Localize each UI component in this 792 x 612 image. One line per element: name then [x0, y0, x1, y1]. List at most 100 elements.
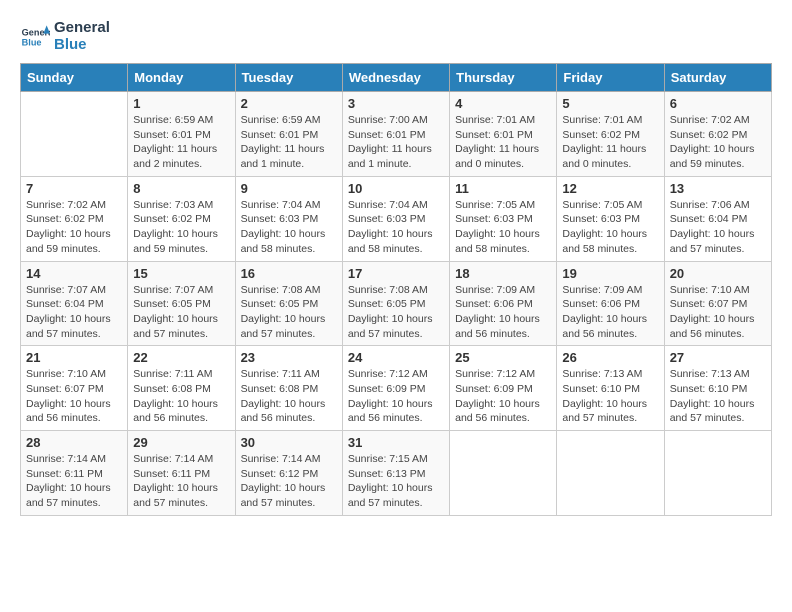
day-number: 4	[455, 96, 551, 111]
logo: General Blue General Blue	[20, 20, 110, 53]
day-cell	[21, 92, 128, 177]
day-detail: Sunrise: 7:04 AM Sunset: 6:03 PM Dayligh…	[241, 198, 337, 257]
header: General Blue General Blue	[20, 20, 772, 53]
day-detail: Sunrise: 7:12 AM Sunset: 6:09 PM Dayligh…	[348, 367, 444, 426]
day-header-friday: Friday	[557, 64, 664, 92]
day-number: 6	[670, 96, 766, 111]
day-number: 27	[670, 350, 766, 365]
day-cell	[664, 431, 771, 516]
day-cell: 23 Sunrise: 7:11 AM Sunset: 6:08 PM Dayli…	[235, 346, 342, 431]
day-number: 15	[133, 266, 229, 281]
day-number: 25	[455, 350, 551, 365]
day-number: 12	[562, 181, 658, 196]
day-cell: 2 Sunrise: 6:59 AM Sunset: 6:01 PM Daylig…	[235, 92, 342, 177]
day-number: 24	[348, 350, 444, 365]
day-detail: Sunrise: 7:12 AM Sunset: 6:09 PM Dayligh…	[455, 367, 551, 426]
day-detail: Sunrise: 7:11 AM Sunset: 6:08 PM Dayligh…	[241, 367, 337, 426]
day-cell: 7Sunrise: 7:02 AM Sunset: 6:02 PM Daylig…	[21, 176, 128, 261]
day-header-sunday: Sunday	[21, 64, 128, 92]
day-number: 26	[562, 350, 658, 365]
day-header-thursday: Thursday	[450, 64, 557, 92]
day-number: 29	[133, 435, 229, 450]
day-cell: 26Sunrise: 7:13 AM Sunset: 6:10 PM Dayli…	[557, 346, 664, 431]
day-cell: 20Sunrise: 7:10 AM Sunset: 6:07 PM Dayli…	[664, 261, 771, 346]
day-cell: 19 Sunrise: 7:09 AM Sunset: 6:06 PM Dayli…	[557, 261, 664, 346]
day-cell: 22 Sunrise: 7:11 AM Sunset: 6:08 PM Dayli…	[128, 346, 235, 431]
day-cell: 4 Sunrise: 7:01 AM Sunset: 6:01 PM Daylig…	[450, 92, 557, 177]
day-cell: 13 Sunrise: 7:06 AM Sunset: 6:04 PM Dayli…	[664, 176, 771, 261]
day-detail: Sunrise: 7:13 AM Sunset: 6:10 PM Dayligh…	[670, 367, 766, 426]
day-cell: 11 Sunrise: 7:05 AM Sunset: 6:03 PM Dayli…	[450, 176, 557, 261]
day-cell: 29 Sunrise: 7:14 AM Sunset: 6:11 PM Dayli…	[128, 431, 235, 516]
day-number: 22	[133, 350, 229, 365]
day-detail: Sunrise: 7:04 AM Sunset: 6:03 PM Dayligh…	[348, 198, 444, 257]
day-detail: Sunrise: 7:15 AM Sunset: 6:13 PM Dayligh…	[348, 452, 444, 511]
day-detail: Sunrise: 7:09 AM Sunset: 6:06 PM Dayligh…	[455, 283, 551, 342]
day-cell: 25 Sunrise: 7:12 AM Sunset: 6:09 PM Dayli…	[450, 346, 557, 431]
day-cell: 8 Sunrise: 7:03 AM Sunset: 6:02 PM Daylig…	[128, 176, 235, 261]
day-cell: 28Sunrise: 7:14 AM Sunset: 6:11 PM Dayli…	[21, 431, 128, 516]
day-cell: 31 Sunrise: 7:15 AM Sunset: 6:13 PM Dayli…	[342, 431, 449, 516]
day-cell: 18 Sunrise: 7:09 AM Sunset: 6:06 PM Dayli…	[450, 261, 557, 346]
day-cell: 14 Sunrise: 7:07 AM Sunset: 6:04 PM Dayli…	[21, 261, 128, 346]
day-number: 3	[348, 96, 444, 111]
day-header-wednesday: Wednesday	[342, 64, 449, 92]
day-header-tuesday: Tuesday	[235, 64, 342, 92]
day-cell	[450, 431, 557, 516]
day-number: 19	[562, 266, 658, 281]
day-number: 10	[348, 181, 444, 196]
day-detail: Sunrise: 7:14 AM Sunset: 6:11 PM Dayligh…	[133, 452, 229, 511]
day-detail: Sunrise: 7:08 AM Sunset: 6:05 PM Dayligh…	[241, 283, 337, 342]
day-detail: Sunrise: 7:11 AM Sunset: 6:08 PM Dayligh…	[133, 367, 229, 426]
day-number: 11	[455, 181, 551, 196]
day-number: 30	[241, 435, 337, 450]
day-cell: 16 Sunrise: 7:08 AM Sunset: 6:05 PM Dayli…	[235, 261, 342, 346]
day-number: 16	[241, 266, 337, 281]
day-number: 2	[241, 96, 337, 111]
day-detail: Sunrise: 7:06 AM Sunset: 6:04 PM Dayligh…	[670, 198, 766, 257]
day-detail: Sunrise: 6:59 AM Sunset: 6:01 PM Dayligh…	[241, 113, 337, 172]
week-row-3: 14 Sunrise: 7:07 AM Sunset: 6:04 PM Dayli…	[21, 261, 772, 346]
calendar-table: SundayMondayTuesdayWednesdayThursdayFrid…	[20, 63, 772, 516]
day-cell: 6 Sunrise: 7:02 AM Sunset: 6:02 PM Daylig…	[664, 92, 771, 177]
day-number: 5	[562, 96, 658, 111]
day-cell: 30 Sunrise: 7:14 AM Sunset: 6:12 PM Dayli…	[235, 431, 342, 516]
day-cell	[557, 431, 664, 516]
day-detail: Sunrise: 7:07 AM Sunset: 6:05 PM Dayligh…	[133, 283, 229, 342]
day-detail: Sunrise: 6:59 AM Sunset: 6:01 PM Dayligh…	[133, 113, 229, 172]
day-cell: 21Sunrise: 7:10 AM Sunset: 6:07 PM Dayli…	[21, 346, 128, 431]
day-number: 1	[133, 96, 229, 111]
day-detail: Sunrise: 7:14 AM Sunset: 6:12 PM Dayligh…	[241, 452, 337, 511]
day-cell: 15 Sunrise: 7:07 AM Sunset: 6:05 PM Dayli…	[128, 261, 235, 346]
day-number: 21	[26, 350, 122, 365]
week-row-1: 1 Sunrise: 6:59 AM Sunset: 6:01 PM Daylig…	[21, 92, 772, 177]
day-cell: 12 Sunrise: 7:05 AM Sunset: 6:03 PM Dayli…	[557, 176, 664, 261]
day-number: 9	[241, 181, 337, 196]
logo-blue: Blue	[54, 37, 110, 54]
day-detail: Sunrise: 7:09 AM Sunset: 6:06 PM Dayligh…	[562, 283, 658, 342]
day-header-saturday: Saturday	[664, 64, 771, 92]
day-number: 17	[348, 266, 444, 281]
day-number: 8	[133, 181, 229, 196]
day-detail: Sunrise: 7:03 AM Sunset: 6:02 PM Dayligh…	[133, 198, 229, 257]
svg-text:Blue: Blue	[22, 37, 42, 47]
logo-general: General	[54, 20, 110, 37]
day-number: 31	[348, 435, 444, 450]
day-number: 18	[455, 266, 551, 281]
day-detail: Sunrise: 7:01 AM Sunset: 6:01 PM Dayligh…	[455, 113, 551, 172]
day-cell: 1 Sunrise: 6:59 AM Sunset: 6:01 PM Daylig…	[128, 92, 235, 177]
day-number: 23	[241, 350, 337, 365]
calendar-body: 1 Sunrise: 6:59 AM Sunset: 6:01 PM Daylig…	[21, 92, 772, 516]
day-cell: 5Sunrise: 7:01 AM Sunset: 6:02 PM Daylig…	[557, 92, 664, 177]
day-number: 14	[26, 266, 122, 281]
day-number: 13	[670, 181, 766, 196]
day-detail: Sunrise: 7:05 AM Sunset: 6:03 PM Dayligh…	[455, 198, 551, 257]
day-detail: Sunrise: 7:07 AM Sunset: 6:04 PM Dayligh…	[26, 283, 122, 342]
day-detail: Sunrise: 7:00 AM Sunset: 6:01 PM Dayligh…	[348, 113, 444, 172]
day-number: 28	[26, 435, 122, 450]
day-detail: Sunrise: 7:05 AM Sunset: 6:03 PM Dayligh…	[562, 198, 658, 257]
day-detail: Sunrise: 7:02 AM Sunset: 6:02 PM Dayligh…	[26, 198, 122, 257]
day-detail: Sunrise: 7:08 AM Sunset: 6:05 PM Dayligh…	[348, 283, 444, 342]
day-detail: Sunrise: 7:02 AM Sunset: 6:02 PM Dayligh…	[670, 113, 766, 172]
week-row-2: 7Sunrise: 7:02 AM Sunset: 6:02 PM Daylig…	[21, 176, 772, 261]
